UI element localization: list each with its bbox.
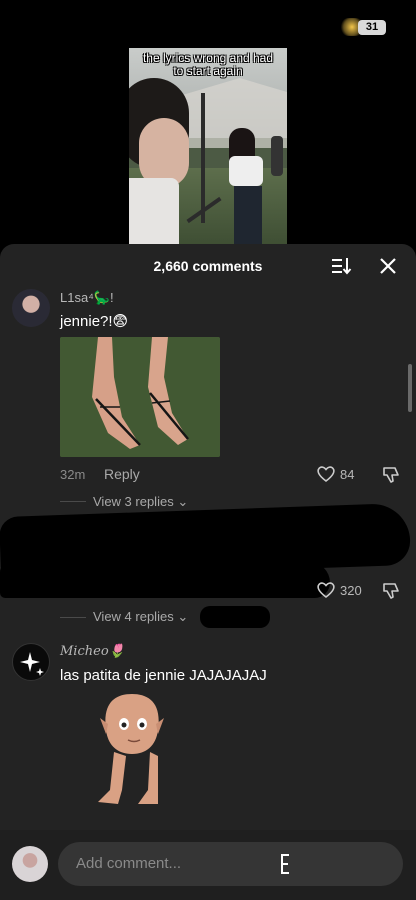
- comment-sticker[interactable]: [88, 690, 178, 820]
- mic-stand: [201, 93, 205, 223]
- video-person-body: [129, 178, 179, 244]
- video-caption-line-2: to start again: [173, 64, 243, 78]
- sort-icon[interactable]: [330, 256, 352, 276]
- dislike-icon[interactable]: [381, 465, 401, 485]
- comment-timestamp: 32m: [60, 467, 86, 482]
- heart-icon[interactable]: [316, 581, 336, 599]
- like-count: 84: [340, 467, 355, 482]
- reply-button[interactable]: Reply: [104, 466, 140, 482]
- comment-username[interactable]: Micheo🌷: [60, 644, 125, 659]
- video-singer-top: [229, 156, 263, 186]
- chevron-down-icon: ⌄: [177, 609, 189, 624]
- status-bar: 31: [0, 0, 416, 48]
- redaction-mark-small: [200, 606, 270, 628]
- video-singer-jeans: [234, 186, 262, 244]
- comment-photo[interactable]: [60, 337, 220, 457]
- scrollbar[interactable]: [408, 364, 412, 412]
- comment-text: jennie?!😨: [60, 313, 129, 330]
- comment-username[interactable]: L1sa⁴🦕!: [60, 290, 114, 306]
- view-replies-button[interactable]: View 3 replies ⌄: [93, 494, 188, 510]
- view-replies-button[interactable]: View 4 replies ⌄: [93, 609, 188, 625]
- like-count: 320: [340, 583, 362, 598]
- battery-icon: 31: [358, 20, 386, 35]
- view-replies-label: View 3 replies: [93, 494, 174, 509]
- comments-header: 2,660 comments: [0, 244, 416, 288]
- close-icon[interactable]: [378, 256, 398, 276]
- replies-divider: [60, 617, 86, 618]
- mention-icon[interactable]: [278, 852, 292, 876]
- sparkle-icon: [20, 652, 44, 676]
- comment-input[interactable]: Add comment...: [58, 842, 403, 886]
- feet-image: [60, 337, 220, 457]
- chevron-down-icon: ⌄: [177, 494, 189, 509]
- user-avatar[interactable]: [12, 846, 48, 882]
- redaction-mark-lower: [0, 562, 330, 598]
- avatar[interactable]: [12, 643, 50, 681]
- video-background-person: [271, 136, 283, 176]
- avatar[interactable]: [12, 289, 50, 327]
- comment-count: 2,660 comments: [153, 258, 263, 274]
- comment-text: las patita de jennie JAJAJAJAJ: [60, 667, 267, 684]
- view-replies-label: View 4 replies: [93, 609, 174, 624]
- comments-sheet: 2,660 comments L1sa⁴🦕! jennie?!😨 32m Rep…: [0, 244, 416, 900]
- screen: 31 the lyrics wrong and had to start aga…: [0, 0, 416, 900]
- dislike-icon[interactable]: [381, 581, 401, 601]
- video-caption: the lyrics wrong and had to start again: [129, 52, 287, 78]
- heart-icon[interactable]: [316, 465, 336, 483]
- comment-input-bar: Add comment...: [0, 830, 416, 900]
- replies-divider: [60, 501, 86, 502]
- comment-input-placeholder: Add comment...: [76, 855, 182, 872]
